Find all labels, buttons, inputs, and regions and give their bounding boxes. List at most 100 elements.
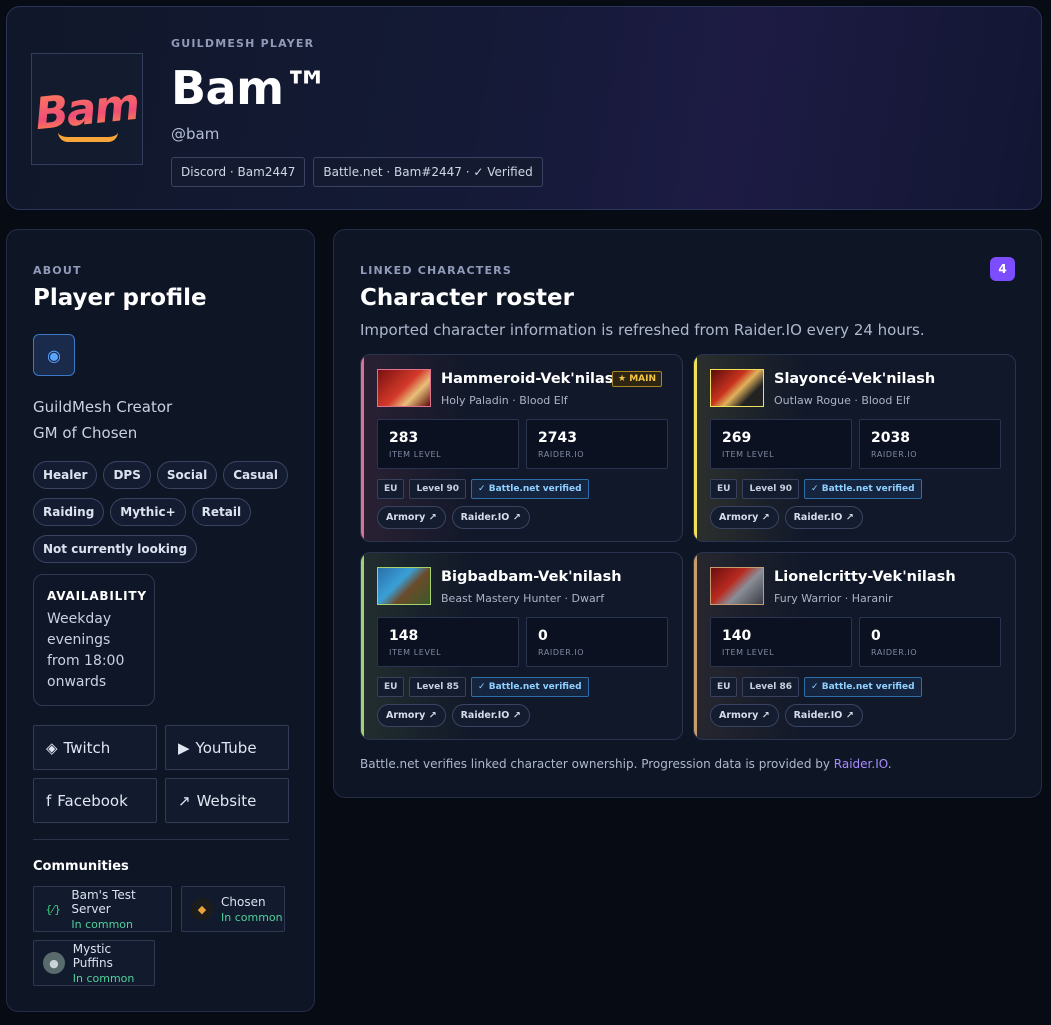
header-kicker: GUILDMESH PLAYER: [171, 37, 315, 50]
item-level-label: ITEM LEVEL: [389, 648, 442, 657]
community-status: In common: [72, 971, 135, 985]
character-spec: Beast Mastery Hunter · Dwarf: [441, 592, 605, 605]
community-name: Bam's Test Server: [71, 887, 136, 916]
character-count-badge: 4: [990, 257, 1015, 281]
verified-pill: ✓ Battle.net verified: [471, 677, 589, 697]
character-pills: EU Level 86 ✓ Battle.net verified: [710, 677, 922, 697]
community-status: In common: [221, 910, 283, 924]
avatar-swoosh: [58, 132, 118, 142]
character-name: Bigbadbam-Vek'nilash: [441, 569, 622, 585]
item-level-stat: 148 ITEM LEVEL: [377, 617, 519, 667]
item-level-value: 140: [722, 628, 752, 644]
verified-pill: ✓ Battle.net verified: [471, 479, 589, 499]
raiderio-label: RAIDER.IO: [871, 648, 918, 657]
tag-social: Social: [156, 461, 218, 489]
character-pills: EU Level 90 ✓ Battle.net verified: [710, 479, 922, 499]
availability-title: AVAILABILITY: [47, 589, 147, 603]
about-kicker: ABOUT: [33, 264, 82, 277]
armory-button[interactable]: Armory ↗: [710, 704, 779, 727]
main-badge: ★ MAIN: [612, 371, 663, 387]
character-portrait: [377, 567, 431, 605]
item-level-label: ITEM LEVEL: [722, 450, 775, 459]
website-label: Website: [196, 791, 257, 810]
community-card[interactable]: ● Mystic Puffins In common: [33, 940, 155, 986]
verified-pill: ✓ Battle.net verified: [804, 479, 922, 499]
character-name: Hammeroid-Vek'nilash: [441, 371, 624, 387]
raiderio-label: RAIDER.IO: [871, 450, 918, 459]
armory-button[interactable]: Armory ↗: [710, 506, 779, 529]
character-name: Slayoncé-Vek'nilash: [774, 371, 936, 387]
raiderio-link[interactable]: Raider.IO: [834, 757, 888, 771]
bio-line: GuildMesh Creator: [33, 398, 173, 416]
player-tags: Healer DPS Social Casual Raiding Mythic+…: [33, 461, 293, 563]
raiderio-stat: 0 RAIDER.IO: [859, 617, 1001, 667]
tag-casual: Casual: [223, 461, 288, 489]
footer-text: Battle.net verifies linked character own…: [360, 757, 834, 771]
character-name: Lionelcritty-Vek'nilash: [774, 569, 956, 585]
raiderio-button[interactable]: Raider.IO ↗: [784, 506, 863, 529]
raiderio-button[interactable]: Raider.IO ↗: [784, 704, 863, 727]
character-links: Armory ↗ Raider.IO ↗: [710, 506, 863, 529]
twitch-icon: ◈: [46, 738, 58, 757]
bio-line: GM of Chosen: [33, 424, 138, 442]
raiderio-value: 2038: [871, 430, 910, 446]
roster-kicker: LINKED CHARACTERS: [360, 264, 512, 277]
character-card[interactable]: Lionelcritty-Vek'nilash Fury Warrior · Ha…: [693, 552, 1016, 740]
character-card[interactable]: Hammeroid-Vek'nilash ★ MAIN Holy Paladin ·…: [360, 354, 683, 542]
community-card[interactable]: {⁄} Bam's Test Server In common: [33, 886, 172, 932]
character-portrait: [710, 369, 764, 407]
about-panel: ABOUT Player profile ◉ GuildMesh Creator…: [6, 229, 315, 1012]
raiderio-button[interactable]: Raider.IO ↗: [451, 704, 530, 727]
armory-button[interactable]: Armory ↗: [377, 506, 446, 529]
item-level-stat: 283 ITEM LEVEL: [377, 419, 519, 469]
tag-raiding: Raiding: [33, 498, 105, 526]
player-bio: GuildMesh Creator GM of Chosen: [33, 394, 172, 446]
facebook-label: Facebook: [57, 791, 128, 810]
raiderio-value: 2743: [538, 430, 577, 446]
raiderio-label: RAIDER.IO: [538, 648, 585, 657]
region-pill: EU: [377, 677, 405, 697]
twitch-link[interactable]: ◈ Twitch: [33, 725, 157, 770]
character-card[interactable]: Bigbadbam-Vek'nilash Beast Mastery Hunter…: [360, 552, 683, 740]
item-level-value: 283: [389, 430, 419, 446]
tag-not-looking: Not currently looking: [33, 535, 198, 563]
character-card[interactable]: Slayoncé-Vek'nilash Outlaw Rogue · Blood …: [693, 354, 1016, 542]
region-pill: EU: [710, 677, 738, 697]
facebook-link[interactable]: f Facebook: [33, 778, 157, 823]
raiderio-stat: 2038 RAIDER.IO: [859, 419, 1001, 469]
region-pill: EU: [377, 479, 405, 499]
character-spec: Fury Warrior · Haranir: [774, 592, 893, 605]
website-link[interactable]: ↗ Website: [165, 778, 289, 823]
item-level-label: ITEM LEVEL: [722, 648, 775, 657]
item-level-stat: 140 ITEM LEVEL: [710, 617, 852, 667]
raiderio-button[interactable]: Raider.IO ↗: [451, 506, 530, 529]
code-brackets-icon: {⁄}: [45, 902, 62, 916]
twitch-label: Twitch: [63, 738, 111, 757]
raiderio-stat: 2743 RAIDER.IO: [526, 419, 668, 469]
community-card[interactable]: ◆ Chosen In common: [181, 886, 285, 932]
youtube-icon: ▶: [178, 738, 190, 757]
item-level-value: 148: [389, 628, 419, 644]
discord-chip: Discord · Bam2447: [171, 157, 306, 187]
youtube-link[interactable]: ▶ YouTube: [165, 725, 289, 770]
social-links: ◈ Twitch ▶ YouTube f Facebook ↗ Website: [33, 725, 289, 823]
character-portrait: [377, 369, 431, 407]
tag-healer: Healer: [33, 461, 98, 489]
verified-pill: ✓ Battle.net verified: [804, 677, 922, 697]
tag-dps: DPS: [103, 461, 151, 489]
player-handle: @bam: [171, 125, 220, 143]
account-chips: Discord · Bam2447 Battle.net · Bam#2447 …: [171, 157, 543, 187]
community-name: Chosen: [221, 894, 266, 909]
tag-retail: Retail: [191, 498, 252, 526]
footer-end: .: [887, 757, 892, 771]
creator-badge-icon: ◉: [33, 334, 75, 376]
character-portrait: [710, 567, 764, 605]
community-name: Mystic Puffins: [72, 941, 113, 970]
level-pill: Level 90: [742, 479, 800, 499]
armory-button[interactable]: Armory ↗: [377, 704, 446, 727]
roster-subtitle: Imported character information is refres…: [360, 321, 925, 339]
level-pill: Level 85: [409, 677, 467, 697]
facebook-icon: f: [46, 791, 52, 810]
character-links: Armory ↗ Raider.IO ↗: [377, 704, 530, 727]
youtube-label: YouTube: [195, 738, 257, 757]
